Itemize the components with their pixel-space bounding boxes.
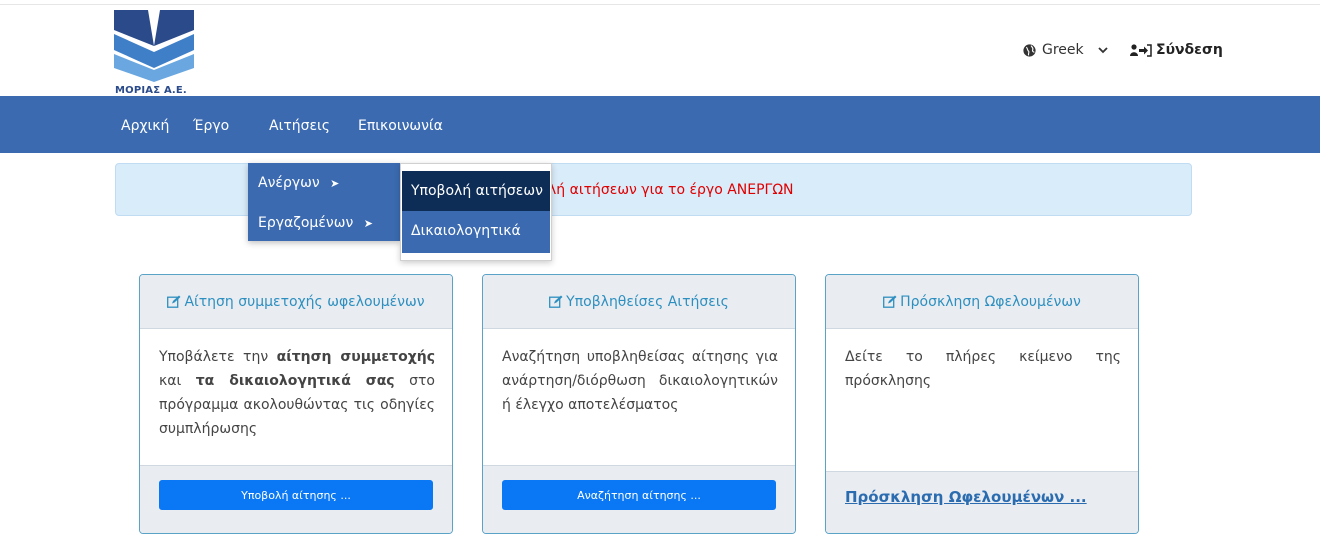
top-border: [0, 4, 1320, 5]
search-application-button[interactable]: Αναζήτηση αίτησης ...: [502, 480, 776, 510]
dropdown-item-unemployed[interactable]: Ανέργων ➤: [258, 175, 339, 191]
edit-icon: [883, 295, 897, 308]
main-navbar: Αρχική Έργο Αιτήσεις Επικοινωνία: [0, 96, 1320, 153]
language-label: Greek: [1042, 42, 1084, 58]
card-application: Αίτηση συμμετοχής ωφελουμένων Υποβάλετε …: [139, 274, 453, 534]
user-login-icon: [1130, 43, 1152, 57]
applications-dropdown: Ανέργων ➤ Εργαζομένων ➤: [248, 163, 400, 241]
login-label: Σύνδεση: [1156, 42, 1223, 58]
nav-item-applications[interactable]: Αιτήσεις: [269, 118, 330, 134]
chevron-down-icon: [1098, 47, 1108, 54]
submenu-item-documents[interactable]: Δικαιολογητικά: [402, 211, 550, 253]
card-body: Υποβάλετε την αίτηση συμμετοχής και τα δ…: [159, 349, 435, 437]
company-logo[interactable]: ΜΟΡΙΑΣ Α.Ε.: [114, 8, 194, 96]
card-body: Δείτε το πλήρες κείμενο της πρόσκλησης: [845, 349, 1121, 389]
nav-item-contact[interactable]: Επικοινωνία: [358, 118, 443, 134]
nav-item-project[interactable]: Έργο: [193, 118, 229, 134]
language-selector[interactable]: Greek: [1023, 42, 1108, 58]
card-footer: Πρόσκληση Ωφελουμένων ...: [826, 471, 1138, 533]
submit-application-button[interactable]: Υποβολή αίτησης ...: [159, 480, 433, 510]
arrow-right-icon: ➤: [363, 217, 373, 230]
card-header: Πρόσκληση Ωφελουμένων: [826, 275, 1138, 329]
dropdown-item-employed[interactable]: Εργαζομένων ➤: [258, 215, 373, 231]
alert-text: λή αιτήσεων για το έργο ΑΝΕΡΓΩΝ: [548, 182, 794, 198]
globe-icon: [1023, 43, 1036, 57]
submenu-item-submit-applications[interactable]: Υποβολή αιτήσεων: [402, 171, 550, 211]
card-title: Πρόσκληση Ωφελουμένων: [900, 293, 1081, 310]
logo-mark-icon: [114, 10, 194, 82]
card-title: Αίτηση συμμετοχής ωφελουμένων: [184, 293, 425, 310]
card-header: Υποβληθείσες Αιτήσεις: [483, 275, 795, 329]
card-submitted-applications: Υποβληθείσες Αιτήσεις Αναζήτηση υποβληθε…: [482, 274, 796, 534]
nav-item-home[interactable]: Αρχική: [121, 118, 169, 134]
logo-text: ΜΟΡΙΑΣ Α.Ε.: [115, 85, 187, 96]
card-invitation: Πρόσκληση Ωφελουμένων Δείτε το πλήρες κε…: [825, 274, 1139, 534]
card-body: Αναζήτηση υποβληθείσας αίτησης για ανάρτ…: [502, 349, 778, 413]
login-link[interactable]: Σύνδεση: [1130, 42, 1223, 58]
edit-icon: [549, 295, 563, 308]
card-footer: Αναζήτηση αίτησης ...: [483, 465, 795, 533]
invitation-link[interactable]: Πρόσκληση Ωφελουμένων ...: [845, 488, 1087, 506]
card-header: Αίτηση συμμετοχής ωφελουμένων: [140, 275, 452, 329]
edit-icon: [167, 295, 181, 308]
arrow-right-icon: ➤: [330, 177, 340, 190]
card-footer: Υποβολή αίτησης ...: [140, 465, 452, 533]
card-title: Υποβληθείσες Αιτήσεις: [566, 293, 729, 310]
